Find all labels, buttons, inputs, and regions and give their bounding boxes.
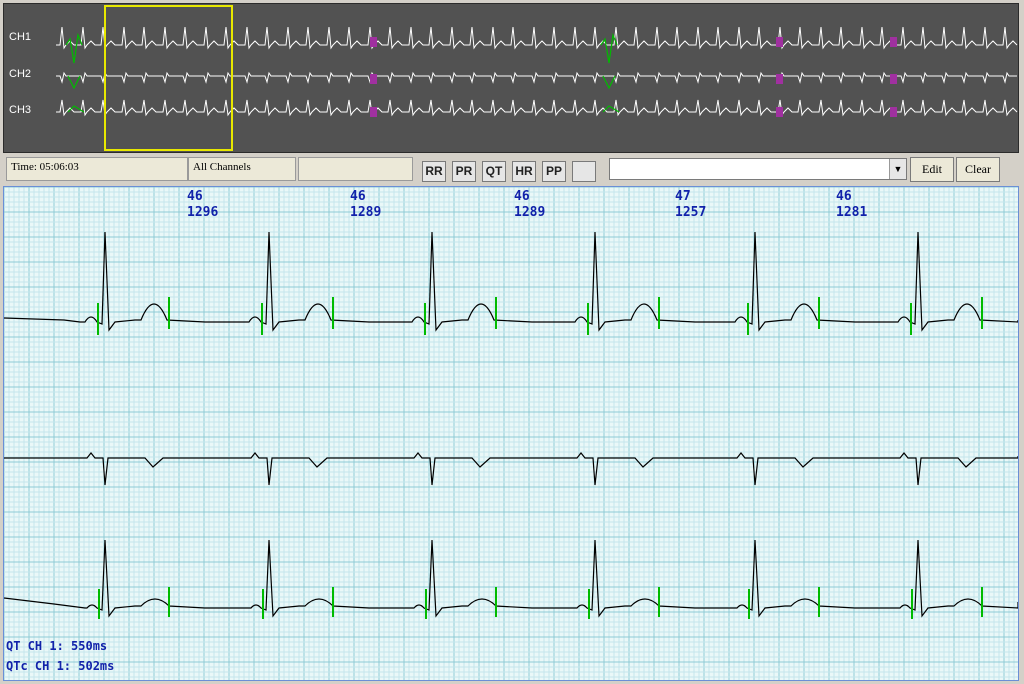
artifact-marker bbox=[890, 37, 897, 47]
overview-traces[interactable] bbox=[4, 4, 1018, 152]
ectopic-beat-ch1 bbox=[65, 32, 83, 64]
channel-label-ch3: CH3 bbox=[9, 104, 32, 116]
heart-rate-value: 46 bbox=[187, 189, 203, 204]
chevron-down-icon[interactable]: ▼ bbox=[889, 159, 906, 179]
qt-readout: QT CH 1: 550ms bbox=[6, 639, 108, 653]
pp-button[interactable]: PP bbox=[542, 161, 566, 182]
rr-interval-value: 1289 bbox=[350, 205, 382, 220]
heart-rate-value: 47 bbox=[675, 189, 691, 204]
artifact-marker bbox=[890, 107, 897, 117]
beat-measurement-2: 46 1289 bbox=[350, 189, 381, 221]
artifact-marker bbox=[890, 74, 897, 84]
blank-measure-button[interactable] bbox=[572, 161, 596, 182]
toolbar: Time: 05:06:03 All Channels RR PR QT HR … bbox=[3, 155, 1019, 185]
overview-trace-ch1 bbox=[56, 26, 1018, 50]
overview-trace-ch3 bbox=[56, 99, 1018, 117]
rr-interval-value: 1257 bbox=[675, 205, 707, 220]
ecg-detail-view[interactable]: 46 1296 46 1289 46 1289 47 1257 46 1281 … bbox=[3, 186, 1019, 681]
ectopic-beat-ch1 bbox=[600, 32, 618, 64]
beat-measurement-5: 46 1281 bbox=[836, 189, 867, 221]
heart-rate-value: 46 bbox=[836, 189, 852, 204]
artifact-marker bbox=[370, 37, 377, 47]
beat-measurement-1: 46 1296 bbox=[187, 189, 218, 221]
pr-button[interactable]: PR bbox=[452, 161, 476, 182]
ectopic-beat-ch2 bbox=[67, 75, 81, 90]
heart-rate-value: 46 bbox=[350, 189, 366, 204]
note-combo[interactable]: ▼ bbox=[609, 158, 907, 180]
overview-strip[interactable]: CH1 CH2 CH3 bbox=[3, 3, 1019, 153]
rr-interval-value: 1281 bbox=[836, 205, 868, 220]
channel-select[interactable]: All Channels bbox=[188, 157, 296, 181]
artifact-marker bbox=[370, 74, 377, 84]
hr-button[interactable]: HR bbox=[512, 161, 536, 182]
ectopic-beat-ch2 bbox=[602, 75, 616, 90]
beat-measurement-4: 47 1257 bbox=[675, 189, 706, 221]
rr-interval-value: 1289 bbox=[514, 205, 546, 220]
channel-label-ch1: CH1 bbox=[9, 31, 32, 43]
qt-button[interactable]: QT bbox=[482, 161, 506, 182]
rr-button[interactable]: RR bbox=[422, 161, 446, 182]
qtc-readout: QTc CH 1: 502ms bbox=[6, 659, 115, 673]
artifact-marker bbox=[776, 74, 783, 84]
edit-button[interactable]: Edit bbox=[910, 157, 954, 182]
channel-label-ch2: CH2 bbox=[9, 68, 32, 80]
ecg-trace-ch2 bbox=[4, 452, 1018, 486]
ecg-trace-ch3 bbox=[4, 539, 1018, 618]
artifact-marker bbox=[776, 37, 783, 47]
artifact-marker bbox=[370, 107, 377, 117]
artifact-marker bbox=[776, 107, 783, 117]
beat-measurement-3: 46 1289 bbox=[514, 189, 545, 221]
clear-button[interactable]: Clear bbox=[956, 157, 1000, 182]
app-window: CH1 CH2 CH3 Time: 05:06:03 All Channels … bbox=[0, 0, 1024, 684]
ecg-grid[interactable] bbox=[4, 187, 1018, 680]
blank-field bbox=[298, 157, 413, 181]
rr-interval-value: 1296 bbox=[187, 205, 219, 220]
heart-rate-value: 46 bbox=[514, 189, 530, 204]
time-display: Time: 05:06:03 bbox=[6, 157, 188, 181]
overview-trace-ch2 bbox=[56, 71, 1017, 84]
